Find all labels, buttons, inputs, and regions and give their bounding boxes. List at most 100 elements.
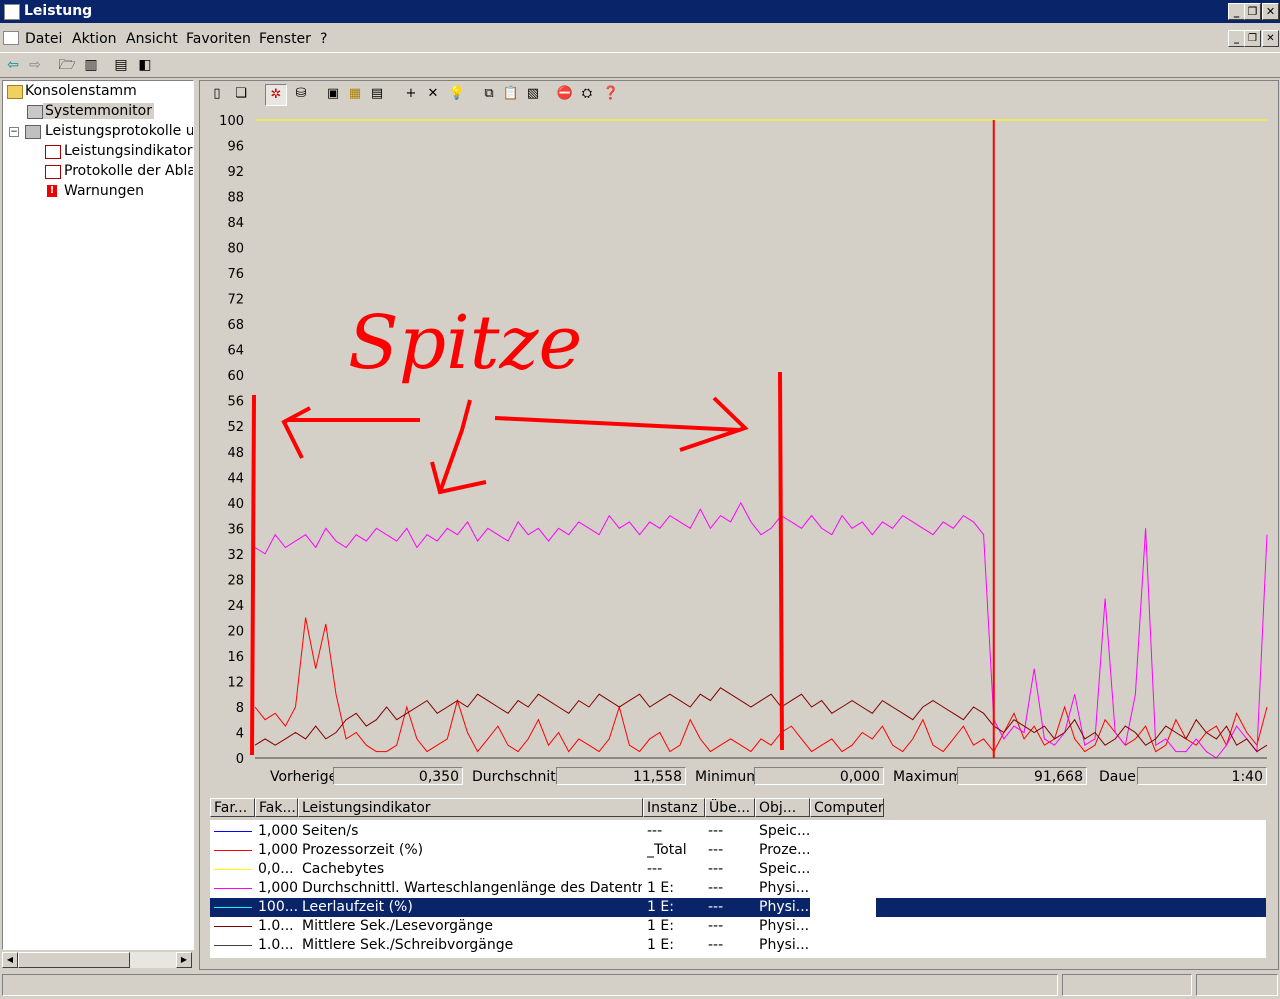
y-tick-label: 4 bbox=[236, 726, 244, 741]
color-swatch bbox=[214, 888, 252, 889]
stat-max-value: 91,668 bbox=[957, 767, 1087, 785]
paste-counter-list-icon[interactable]: 📋 bbox=[501, 84, 521, 104]
help-icon[interactable]: ❓ bbox=[601, 84, 621, 104]
cell-parent: --- bbox=[708, 861, 724, 877]
show-tree-icon[interactable]: ▥ bbox=[82, 56, 100, 74]
properties-icon[interactable]: ▤ bbox=[112, 56, 130, 74]
tree-item-protokolle-ablauf[interactable]: Protokolle der Ablaufverfolgung bbox=[64, 163, 193, 179]
y-axis: 1009692888480767268646056524844403632282… bbox=[219, 114, 244, 766]
log-data-icon[interactable]: ⛁ bbox=[291, 84, 311, 104]
title-bar[interactable]: Leistung _ ❐ ✕ bbox=[0, 0, 1280, 23]
collapse-icon[interactable]: − bbox=[9, 127, 19, 137]
tree-item-systemmonitor[interactable]: Systemmonitor bbox=[43, 103, 154, 119]
mdi-close-button[interactable]: ✕ bbox=[1262, 30, 1279, 47]
col-header-color[interactable]: Far... bbox=[210, 798, 255, 817]
cell-instance: 1 E: bbox=[647, 937, 674, 953]
y-tick-label: 68 bbox=[227, 318, 244, 333]
cell-counter: Leerlaufzeit (%) bbox=[302, 899, 413, 915]
tree-item-leistungsprotokolle[interactable]: Leistungsprotokolle und Warnungen bbox=[45, 123, 193, 139]
tree-horizontal-scrollbar[interactable]: ◀ ▶ bbox=[2, 952, 192, 968]
col-header-computer[interactable]: Computer bbox=[810, 798, 884, 817]
status-panel-3 bbox=[1196, 974, 1278, 996]
counter-row[interactable]: 100... Leerlaufzeit (%) 1 E: --- Physi... bbox=[210, 898, 1266, 917]
menu-favoriten[interactable]: Favoriten bbox=[186, 31, 251, 47]
cell-parent: --- bbox=[708, 880, 724, 896]
y-tick-label: 96 bbox=[227, 140, 244, 155]
scroll-thumb[interactable] bbox=[18, 952, 130, 968]
tree-item-leistungsindikatorenprotokolle[interactable]: Leistungsindikatorenprotokolle bbox=[64, 143, 193, 159]
mdi-restore-button[interactable]: ❐ bbox=[1244, 30, 1261, 47]
logs-icon bbox=[25, 125, 41, 139]
col-header-counter[interactable]: Leistungsindikator bbox=[298, 798, 643, 817]
col-header-instance[interactable]: Instanz bbox=[643, 798, 705, 817]
menu-aktion[interactable]: Aktion bbox=[72, 31, 117, 47]
y-tick-label: 60 bbox=[227, 369, 244, 384]
tree-item-konsolenstamm[interactable]: Konsolenstamm bbox=[25, 83, 137, 99]
counter-row[interactable]: 1.0... Mittlere Sek./Schreibvorgänge 1 E: -… bbox=[210, 936, 1266, 955]
cell-scale: 1,000 bbox=[258, 842, 298, 858]
view-report-icon[interactable]: ▤ bbox=[367, 84, 387, 104]
close-button[interactable]: ✕ bbox=[1262, 3, 1279, 20]
cell-parent: --- bbox=[708, 842, 724, 858]
counter-row[interactable]: 1,000 Seiten/s --- --- Speic... bbox=[210, 822, 1266, 841]
minimize-button[interactable]: _ bbox=[1228, 3, 1245, 20]
counter-row[interactable]: 1,000 Durchschnittl. Warteschlangenlänge … bbox=[210, 879, 1266, 898]
menu-fenster[interactable]: Fenster bbox=[259, 31, 311, 47]
copy-properties-icon[interactable]: ⧉ bbox=[479, 84, 499, 104]
y-tick-label: 76 bbox=[227, 267, 244, 282]
y-tick-label: 16 bbox=[227, 650, 244, 665]
annotation-left-bar bbox=[250, 394, 256, 756]
stat-duration-label: Dauer bbox=[1099, 769, 1142, 785]
counter-row[interactable]: 0,0... Cachebytes --- --- Speic... bbox=[210, 860, 1266, 879]
up-folder-icon[interactable]: 🗁 bbox=[58, 56, 76, 74]
freeze-display-icon[interactable]: ⛔ bbox=[555, 84, 575, 104]
menu-help[interactable]: ? bbox=[320, 31, 327, 47]
col-header-parent[interactable]: Übe... bbox=[705, 798, 755, 817]
update-data-icon[interactable]: ⛭ bbox=[577, 84, 597, 104]
trace-log-icon bbox=[45, 165, 61, 179]
col-header-scale[interactable]: Fak... bbox=[255, 798, 298, 817]
help-icon[interactable]: ◧ bbox=[136, 56, 154, 74]
view-histogram-icon[interactable]: ▦ bbox=[345, 84, 365, 104]
cell-counter: Seiten/s bbox=[302, 823, 359, 839]
y-tick-label: 84 bbox=[227, 216, 244, 231]
forward-icon[interactable]: ⇨ bbox=[26, 56, 44, 74]
cell-scale: 1.0... bbox=[258, 918, 294, 934]
main-toolbar: ⇦ ⇨ 🗁 ▥ ▤ ◧ bbox=[0, 52, 1280, 78]
counter-row[interactable]: 1.0... Mittlere Sek./Lesevorgänge 1 E: --- P… bbox=[210, 917, 1266, 936]
new-counter-set-icon[interactable]: ▯ bbox=[207, 84, 227, 104]
scroll-right-icon[interactable]: ▶ bbox=[176, 952, 192, 968]
restore-button[interactable]: ❐ bbox=[1244, 3, 1261, 20]
y-tick-label: 100 bbox=[219, 114, 244, 129]
cell-instance: _Total bbox=[647, 842, 687, 858]
current-activity-icon[interactable]: ✲ bbox=[265, 84, 287, 106]
stat-last-value: 0,350 bbox=[333, 767, 463, 785]
status-bar bbox=[0, 972, 1280, 996]
tree-item-warnungen[interactable]: Warnungen bbox=[64, 183, 144, 199]
clear-display-icon[interactable]: ❏ bbox=[231, 84, 251, 104]
y-tick-label: 32 bbox=[227, 548, 244, 563]
stat-max-label: Maximum bbox=[893, 769, 962, 785]
delete-counter-icon[interactable]: ✕ bbox=[423, 84, 443, 104]
highlight-icon[interactable]: 💡 bbox=[447, 84, 467, 104]
counter-row[interactable]: 1,000 Prozessorzeit (%) _Total --- Proze... bbox=[210, 841, 1266, 860]
properties-icon[interactable]: ▧ bbox=[523, 84, 543, 104]
window-title: Leistung bbox=[24, 3, 93, 19]
cell-instance: 1 E: bbox=[647, 899, 674, 915]
col-header-object[interactable]: Obj... bbox=[755, 798, 810, 817]
y-tick-label: 64 bbox=[227, 344, 244, 359]
stat-avg-label: Durchschnitt bbox=[472, 769, 562, 785]
cell-scale: 1.0... bbox=[258, 937, 294, 953]
mdi-minimize-button[interactable]: _ bbox=[1228, 30, 1245, 47]
performance-graph[interactable]: 1009692888480767268646056524844403632282… bbox=[200, 110, 1276, 766]
menu-datei[interactable]: Datei bbox=[25, 31, 62, 47]
back-icon[interactable]: ⇦ bbox=[4, 56, 22, 74]
view-graph-icon[interactable]: ▣ bbox=[323, 84, 343, 104]
cell-parent: --- bbox=[708, 937, 724, 953]
plot-area bbox=[255, 120, 1267, 758]
cell-object: Physi... bbox=[759, 880, 809, 896]
menu-ansicht[interactable]: Ansicht bbox=[126, 31, 178, 47]
scroll-left-icon[interactable]: ◀ bbox=[2, 952, 18, 968]
add-counter-icon[interactable]: + bbox=[401, 84, 421, 104]
counter-log-icon bbox=[45, 145, 61, 159]
